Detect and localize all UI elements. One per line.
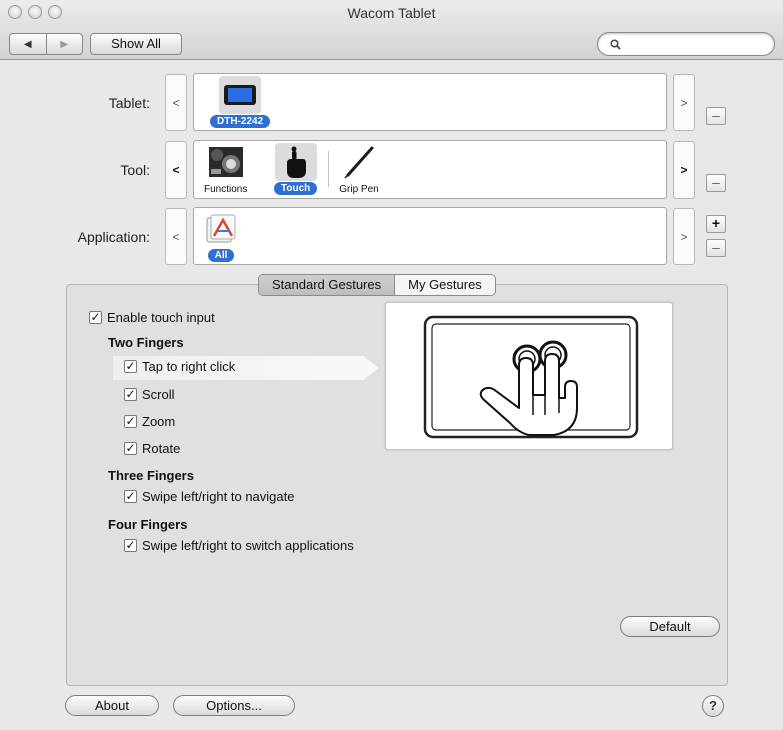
checkmark-icon: ✓ — [124, 414, 137, 428]
help-button[interactable]: ? — [702, 695, 724, 717]
tablet-prev-button[interactable]: < — [165, 74, 187, 131]
checkmark-icon: ✓ — [89, 310, 102, 324]
application-list: All — [193, 207, 667, 265]
about-button[interactable]: About — [65, 695, 159, 716]
tool-item-label: Functions — [204, 184, 248, 195]
show-all-button[interactable]: Show All — [90, 33, 182, 55]
three-fingers-heading: Three Fingers — [108, 468, 194, 483]
checkmark-icon: ✓ — [124, 489, 137, 503]
checkmark-icon: ✓ — [124, 441, 137, 455]
option-label: Scroll — [142, 387, 175, 402]
application-item-label: All — [207, 249, 235, 262]
checkmark-icon: ✓ — [124, 359, 137, 373]
rotate-checkbox[interactable]: ✓ Rotate — [124, 441, 180, 456]
tool-item-label: Grip Pen — [339, 184, 379, 195]
option-label: Rotate — [142, 441, 181, 456]
tool-item-functions[interactable]: Functions — [204, 143, 247, 195]
scroll-checkbox[interactable]: ✓ Scroll — [124, 387, 175, 402]
tool-prev-button[interactable]: < — [165, 141, 187, 199]
forward-arrow-icon[interactable]: ▶ — [45, 34, 83, 54]
enable-touch-checkbox[interactable]: ✓ Enable touch input — [89, 310, 215, 325]
option-label: Zoom — [142, 414, 176, 429]
tab-my-gestures[interactable]: My Gestures — [394, 275, 495, 295]
tablet-row-label: Tablet: — [108, 95, 150, 111]
tab-standard-gestures[interactable]: Standard Gestures — [259, 275, 395, 295]
all-applications-icon — [200, 210, 242, 248]
checkmark-icon: ✓ — [124, 538, 137, 552]
add-application-button[interactable]: + — [706, 215, 726, 233]
search-field[interactable] — [597, 32, 775, 56]
zoom-checkbox[interactable]: ✓ Zoom — [124, 414, 175, 429]
touch-hand-icon — [274, 143, 317, 181]
grip-pen-icon — [338, 143, 380, 181]
title-bar: Wacom Tablet ◀ ▶ Show All — [0, 0, 783, 60]
gesture-preview — [385, 302, 673, 450]
two-fingers-heading: Two Fingers — [108, 335, 184, 350]
option-label: Tap to right click — [142, 359, 236, 374]
remove-tablet-button[interactable]: – — [706, 107, 726, 125]
option-label: Swipe left/right to navigate — [142, 489, 295, 504]
swipe-switch-apps-checkbox[interactable]: ✓ Swipe left/right to switch application… — [124, 538, 354, 553]
application-item-all[interactable]: All — [200, 210, 242, 262]
window-title: Wacom Tablet — [347, 5, 436, 21]
swipe-navigate-checkbox[interactable]: ✓ Swipe left/right to navigate — [124, 489, 294, 504]
gesture-tabs: Standard Gestures My Gestures — [258, 274, 496, 296]
application-prev-button[interactable]: < — [165, 208, 187, 265]
functions-icon — [205, 143, 247, 181]
remove-application-button[interactable]: – — [706, 239, 726, 257]
application-row-label: Application: — [77, 229, 150, 245]
search-input[interactable] — [625, 37, 765, 51]
tool-list: Functions Touch Grip Pen — [193, 140, 667, 199]
tool-item-label: Touch — [274, 182, 318, 195]
checkmark-icon: ✓ — [124, 387, 137, 401]
back-arrow-icon[interactable]: ◀ — [10, 34, 46, 54]
back-forward-group: ◀ ▶ — [9, 33, 83, 55]
application-next-button[interactable]: > — [673, 208, 695, 265]
tool-item-grip-pen[interactable]: Grip Pen — [338, 143, 380, 195]
tool-divider — [328, 151, 329, 187]
tool-next-button[interactable]: > — [673, 141, 695, 199]
two-finger-tap-icon — [423, 315, 639, 439]
preferences-window: Wacom Tablet ◀ ▶ Show All Tablet: < DTH-… — [0, 0, 783, 730]
default-button[interactable]: Default — [620, 616, 720, 637]
tablet-display-icon — [219, 76, 262, 114]
tool-item-touch[interactable]: Touch — [274, 143, 318, 195]
option-label: Swipe left/right to switch applications — [142, 538, 354, 553]
tablet-item-label: DTH-2242 — [210, 115, 271, 128]
tool-row-label: Tool: — [120, 162, 150, 178]
tap-to-right-click-checkbox[interactable]: ✓ Tap to right click — [124, 359, 235, 374]
options-button[interactable]: Options... — [173, 695, 295, 716]
tablet-list: DTH-2242 — [193, 73, 667, 131]
four-fingers-heading: Four Fingers — [108, 517, 188, 532]
tablet-next-button[interactable]: > — [673, 74, 695, 131]
tablet-item-dth-2242[interactable]: DTH-2242 — [210, 76, 271, 128]
search-icon — [610, 38, 621, 50]
enable-touch-label: Enable touch input — [107, 310, 215, 325]
remove-tool-button[interactable]: – — [706, 174, 726, 192]
